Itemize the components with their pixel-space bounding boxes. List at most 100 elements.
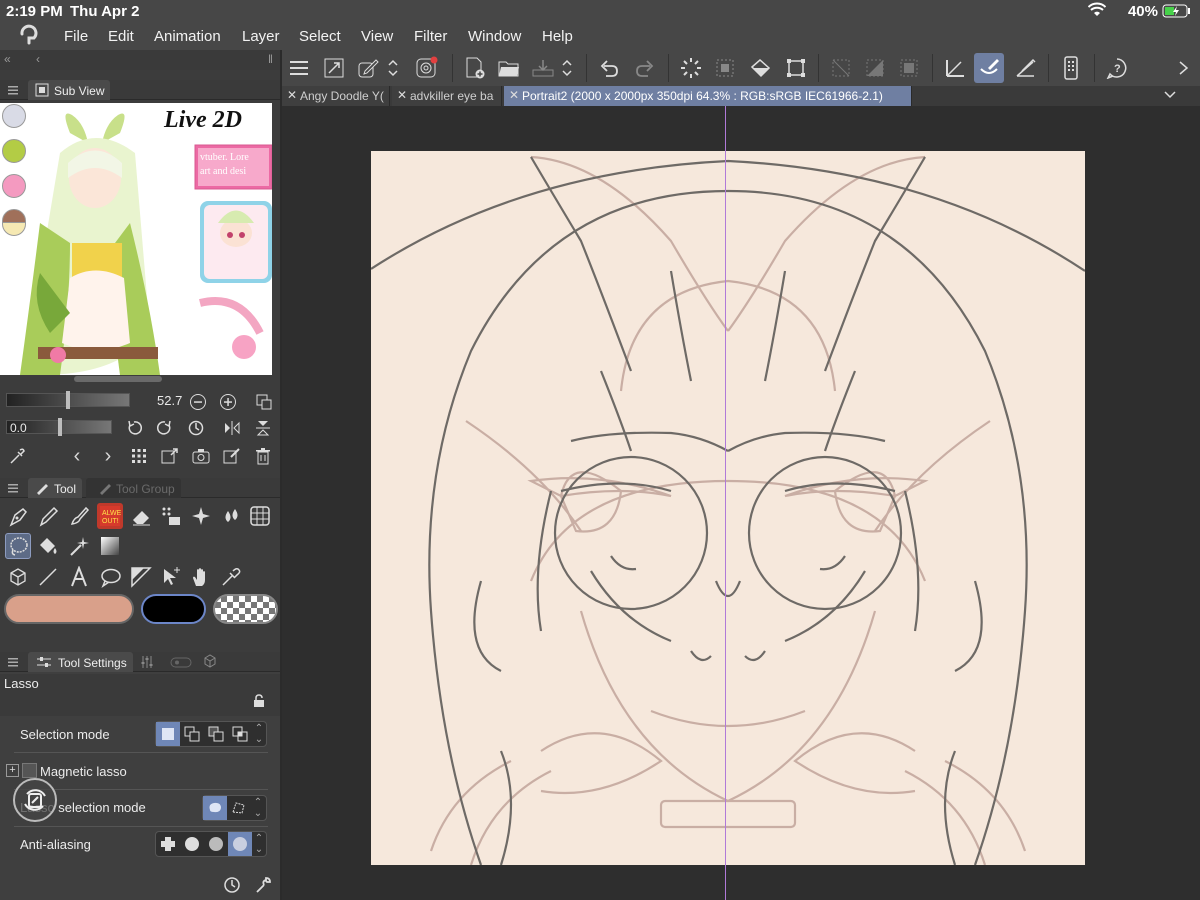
gradient-tool[interactable]	[97, 533, 123, 559]
decoration-tool[interactable]: ALWE OUT!	[97, 503, 123, 529]
menu-filter[interactable]: Filter	[414, 28, 447, 45]
hand-tool[interactable]	[188, 564, 214, 590]
frame-border-tool[interactable]	[128, 564, 154, 590]
deselect-button[interactable]	[826, 53, 856, 83]
aa-strong-icon[interactable]	[228, 832, 252, 856]
save-button[interactable]	[528, 53, 558, 83]
previous-image-icon[interactable]: ‹	[68, 445, 86, 467]
zoom-in-icon[interactable]	[218, 392, 238, 412]
save-stepper-button[interactable]	[558, 53, 576, 83]
polyline-lasso-icon[interactable]	[227, 796, 251, 820]
loading-button[interactable]	[676, 53, 706, 83]
sparkle-tool[interactable]	[188, 503, 214, 529]
blend-tool[interactable]	[158, 503, 184, 529]
balloon-tool[interactable]	[97, 564, 123, 590]
smartphone-button[interactable]	[1056, 53, 1086, 83]
lasso-mode-stepper-icon[interactable]: ⌃ ⌄	[251, 796, 265, 820]
pen-tool[interactable]	[5, 503, 31, 529]
close-tab-icon[interactable]: ✕	[397, 88, 407, 102]
floating-action-button[interactable]	[13, 778, 57, 822]
rotate-right-icon[interactable]	[156, 419, 174, 437]
text-tool[interactable]	[66, 564, 92, 590]
rotate-left-icon[interactable]	[125, 419, 143, 437]
ruler-snap-button[interactable]	[940, 53, 970, 83]
wrench-icon[interactable]	[254, 876, 272, 899]
tool-property-link-icon[interactable]	[170, 655, 192, 672]
color-swatch-pink[interactable]	[2, 174, 26, 198]
menu-window[interactable]: Window	[468, 28, 521, 45]
aa-medium-icon[interactable]	[204, 832, 228, 856]
tab-tool-settings[interactable]: Tool Settings	[28, 652, 133, 672]
menu-view[interactable]: View	[361, 28, 393, 45]
lasso-tool[interactable]	[5, 533, 31, 559]
menu-help[interactable]: Help	[542, 28, 573, 45]
3d-settings-icon[interactable]	[203, 654, 217, 671]
menu-button[interactable]	[284, 53, 314, 83]
initial-settings-icon[interactable]	[223, 876, 241, 899]
image-grid-icon[interactable]	[130, 446, 148, 466]
record-button[interactable]	[412, 53, 442, 83]
magnetic-lasso-checkbox[interactable]	[22, 763, 37, 778]
aa-stepper-icon[interactable]: ⌃ ⌄	[252, 832, 266, 856]
tool-menu-grip-icon[interactable]	[8, 482, 18, 493]
clear-selection-button[interactable]	[894, 53, 924, 83]
fit-view-icon[interactable]	[254, 392, 274, 412]
selection-mode-segment[interactable]: ⌃ ⌄	[155, 721, 267, 747]
new-file-button[interactable]	[460, 53, 490, 83]
main-color-swatch[interactable]	[4, 594, 134, 624]
magic-wand-tool[interactable]	[66, 533, 92, 559]
edit-button[interactable]	[354, 53, 384, 83]
eyedropper-icon[interactable]	[8, 446, 26, 466]
fill-button[interactable]	[746, 53, 776, 83]
freehand-lasso-icon[interactable]	[203, 796, 227, 820]
aa-none-icon[interactable]	[156, 832, 180, 856]
tab-list-chevron-icon[interactable]	[1162, 87, 1178, 106]
tab-subview[interactable]: Sub View	[28, 80, 111, 100]
color-swatch-green[interactable]	[2, 139, 26, 163]
next-image-icon[interactable]: ›	[99, 445, 117, 467]
color-swatch-lavender[interactable]	[2, 104, 26, 128]
brush-tool[interactable]	[66, 503, 92, 529]
edit-image-icon[interactable]	[223, 446, 241, 466]
tab-tool[interactable]: Tool	[28, 478, 83, 498]
transparent-color-swatch[interactable]	[213, 594, 278, 624]
close-tab-icon[interactable]: ✕	[287, 88, 297, 102]
collapse-icon[interactable]: ‹	[36, 52, 40, 66]
3d-object-tool[interactable]	[5, 564, 31, 590]
flip-horizontal-icon[interactable]	[223, 419, 241, 437]
menu-animation[interactable]: Animation	[154, 28, 221, 45]
pencil-tool[interactable]	[35, 503, 61, 529]
subview-scrollbar[interactable]	[74, 376, 162, 382]
transform-button[interactable]	[781, 53, 811, 83]
menu-select[interactable]: Select	[299, 28, 341, 45]
anti-aliasing-segment[interactable]: ⌃ ⌄	[155, 831, 267, 857]
tab-tool-group[interactable]: Tool Group	[86, 478, 181, 498]
drawing-canvas[interactable]	[370, 151, 1086, 866]
tab-document-1[interactable]: ✕ Angy Doodle Y(	[282, 86, 390, 106]
stepper-button[interactable]	[384, 53, 402, 83]
menu-edit[interactable]: Edit	[108, 28, 134, 45]
menu-layer[interactable]: Layer	[242, 28, 280, 45]
sub-color-swatch[interactable]	[141, 594, 206, 624]
resize-handle-icon[interactable]: ‖	[268, 52, 273, 66]
zoom-out-icon[interactable]	[188, 392, 208, 412]
select-all-button[interactable]	[710, 53, 740, 83]
eyedropper-tool[interactable]	[218, 564, 244, 590]
redo-button[interactable]	[630, 53, 660, 83]
rotation-slider-knob[interactable]	[58, 418, 62, 436]
toolbar-collapse-button[interactable]	[1172, 53, 1196, 83]
brush-snap-button[interactable]	[974, 53, 1004, 83]
tab-document-2[interactable]: ✕ advkiller eye ba	[392, 86, 502, 106]
line-tool[interactable]	[35, 564, 61, 590]
sub-tool-detail-icon[interactable]	[140, 655, 154, 672]
import-image-icon[interactable]	[161, 446, 179, 466]
reset-rotation-icon[interactable]	[187, 419, 205, 437]
selection-mode-stepper-icon[interactable]: ⌃ ⌄	[252, 722, 266, 746]
subtract-selection-icon[interactable]	[204, 722, 228, 746]
close-tab-icon[interactable]: ✕	[509, 88, 519, 102]
add-selection-icon[interactable]	[180, 722, 204, 746]
menu-grip-icon[interactable]	[8, 84, 18, 95]
collapse-left-icon[interactable]: «	[4, 52, 11, 66]
new-selection-icon[interactable]	[156, 722, 180, 746]
open-file-button[interactable]	[494, 53, 524, 83]
